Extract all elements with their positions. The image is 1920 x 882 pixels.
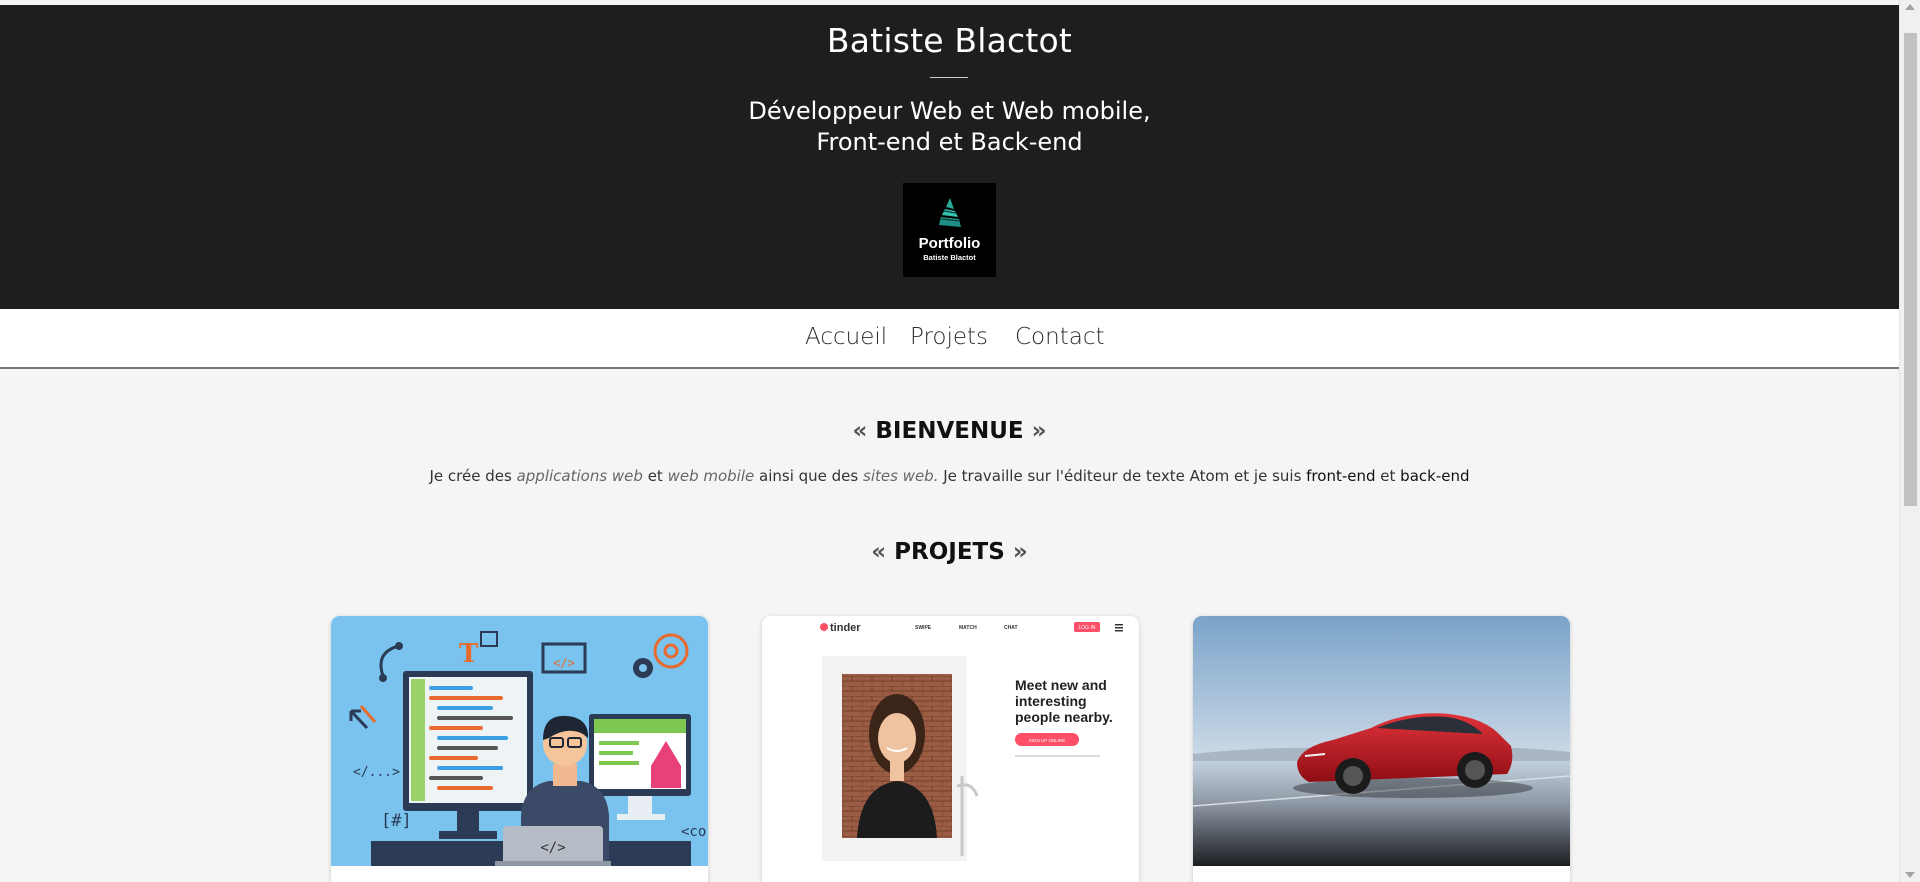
quote-close: »: [1012, 539, 1028, 565]
vertical-scrollbar[interactable]: [1899, 0, 1920, 882]
tinder-menu-match: MATCH: [959, 625, 977, 631]
tinder-screenshot: tinder SWIPE MATCH CHAT LOG IN Meet new …: [762, 616, 1139, 866]
tinder-headline-2: interesting: [1015, 693, 1087, 709]
nav-contact[interactable]: Contact: [1015, 324, 1104, 350]
scroll-up-arrow-icon[interactable]: [1905, 4, 1915, 10]
tinder-headline-1: Meet new and: [1015, 677, 1107, 693]
tinder-cta: SIGN UP ONLINE: [1029, 738, 1065, 743]
hash-icon: [#]: [381, 811, 412, 831]
tinder-flame-icon: [820, 623, 828, 631]
subtitle-line-2: Front-end et Back-end: [816, 128, 1083, 156]
title-divider: [930, 77, 968, 78]
project-card-3[interactable]: [1193, 616, 1570, 882]
welcome-title: BIENVENUE: [875, 418, 1024, 444]
welcome-heading: « BIENVENUE »: [0, 418, 1899, 444]
quote-open: «: [871, 539, 887, 565]
site-title: Batiste Blactot: [826, 21, 1073, 60]
tinder-headline-3: people nearby.: [1015, 709, 1113, 725]
quote-open: «: [852, 418, 868, 444]
sail-logo-icon: [939, 198, 961, 227]
logo-title: Portfolio: [918, 235, 981, 252]
letter-t-icon: T: [459, 639, 479, 669]
tinder-menu-swipe: SWIPE: [915, 625, 932, 631]
scroll-thumb[interactable]: [1904, 33, 1917, 506]
projects-title: PROJETS: [894, 539, 1005, 565]
developer-illustration: </> T </> </...> [#] <co: [331, 616, 708, 866]
tinder-login: LOG IN: [1079, 625, 1096, 631]
tinder-brand: tinder: [830, 622, 861, 634]
logo-subtitle: Batiste Blactot: [923, 253, 976, 262]
code-tag-icon: </...>: [353, 765, 400, 780]
projects-heading: « PROJETS »: [0, 539, 1899, 565]
main-navigation: Accueil Projets Contact: [0, 309, 1899, 369]
partial-code-icon: <co: [681, 824, 706, 840]
subtitle-line-1: Développeur Web et Web mobile,: [748, 97, 1151, 125]
portfolio-logo[interactable]: Portfolio Batiste Blactot: [903, 183, 996, 277]
scroll-down-arrow-icon[interactable]: [1905, 872, 1915, 878]
tinder-menu-chat: CHAT: [1004, 625, 1018, 631]
nav-accueil[interactable]: Accueil: [805, 324, 887, 350]
site-header: Batiste Blactot Développeur Web et Web m…: [0, 5, 1899, 309]
project-card-1[interactable]: </> T </> </...> [#] <co: [331, 616, 708, 882]
tesla-photo: [1193, 616, 1570, 866]
nav-projets[interactable]: Projets: [910, 324, 988, 350]
laptop-code-label: </>: [540, 840, 565, 856]
welcome-text: Je crée des applications web et web mobi…: [429, 467, 1470, 485]
project-card-2[interactable]: tinder SWIPE MATCH CHAT LOG IN Meet new …: [762, 616, 1139, 882]
quote-close: »: [1031, 418, 1047, 444]
window-code-icon: </>: [553, 656, 575, 670]
site-subtitle: Développeur Web et Web mobile, Front-end…: [0, 96, 1899, 158]
